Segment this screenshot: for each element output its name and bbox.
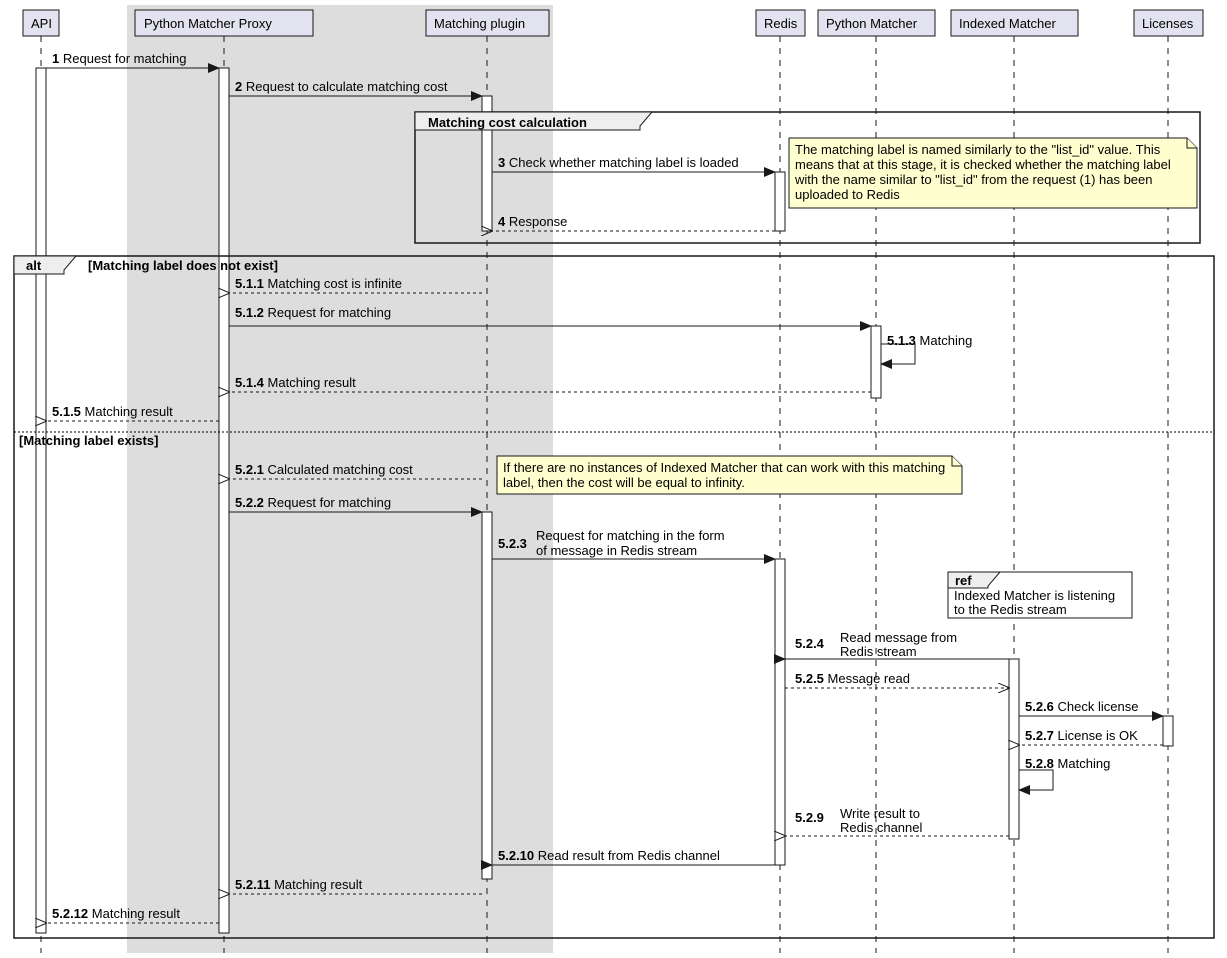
participant-python-matcher-proxy: Python Matcher Proxy: [135, 10, 313, 36]
svg-text:Write result to: Write result to: [840, 806, 920, 821]
msg-3: 3 Check whether matching label is loaded: [492, 155, 775, 172]
svg-text:Request for matching in the fo: Request for matching in the form: [536, 528, 725, 543]
participant-matching-plugin: Matching plugin: [426, 10, 549, 36]
svg-text:Indexed Matcher: Indexed Matcher: [959, 16, 1057, 31]
participant-indexed-matcher: Indexed Matcher: [951, 10, 1078, 36]
svg-text:5.1.3 Matching: 5.1.3 Matching: [887, 333, 972, 348]
svg-text:ref: ref: [955, 573, 972, 588]
svg-text:Matching plugin: Matching plugin: [434, 16, 525, 31]
svg-text:5.2.1 Calculated matching cost: 5.2.1 Calculated matching cost: [235, 462, 413, 477]
svg-text:[Matching label does not exist: [Matching label does not exist]: [88, 258, 278, 273]
msg-528: 5.2.8 Matching: [1019, 756, 1110, 790]
svg-text:5.2.3: 5.2.3: [498, 536, 527, 551]
svg-text:Python Matcher Proxy: Python Matcher Proxy: [144, 16, 272, 31]
svg-text:alt: alt: [26, 258, 42, 273]
svg-text:to the Redis stream: to the Redis stream: [954, 602, 1067, 617]
svg-text:Licenses: Licenses: [1142, 16, 1194, 31]
msg-2: 2 Request to calculate matching cost: [229, 79, 482, 96]
note-infinity: If there are no instances of Indexed Mat…: [497, 456, 962, 494]
svg-text:Python Matcher: Python Matcher: [826, 16, 918, 31]
participant-redis: Redis: [756, 10, 805, 36]
svg-text:5.1.1 Matching cost is infinit: 5.1.1 Matching cost is infinite: [235, 276, 402, 291]
svg-text:5.1.4 Matching result: 5.1.4 Matching result: [235, 375, 356, 390]
svg-text:Redis: Redis: [764, 16, 798, 31]
svg-text:5.2.7 License is OK: 5.2.7 License is OK: [1025, 728, 1138, 743]
svg-text:5.1.2 Request for matching: 5.1.2 Request for matching: [235, 305, 391, 320]
msg-526: 5.2.6 Check license: [1019, 699, 1163, 716]
svg-text:5.2.9: 5.2.9: [795, 810, 824, 825]
svg-text:3 Check whether matching label: 3 Check whether matching label is loaded: [498, 155, 739, 170]
svg-text:of message in Redis stream: of message in Redis stream: [536, 543, 697, 558]
msg-5210: 5.2.10 Read result from Redis channel: [492, 848, 775, 865]
svg-text:Read message from: Read message from: [840, 630, 957, 645]
svg-text:5.2.8 Matching: 5.2.8 Matching: [1025, 756, 1110, 771]
participant-licenses: Licenses: [1134, 10, 1203, 36]
svg-text:API: API: [31, 16, 52, 31]
svg-text:5.2.12 Matching result: 5.2.12 Matching result: [52, 906, 180, 921]
svg-text:1 Request for matching: 1 Request for matching: [52, 51, 186, 66]
svg-text:Redis channel: Redis channel: [840, 820, 922, 835]
sequence-diagram: API Python Matcher Proxy Matching plugin…: [0, 0, 1227, 958]
msg-525: 5.2.5 Message read: [785, 671, 1009, 688]
svg-text:2 Request to calculate matchin: 2 Request to calculate matching cost: [235, 79, 448, 94]
frame-ref: ref Indexed Matcher is listening to the …: [948, 572, 1132, 618]
svg-text:4 Response: 4 Response: [498, 214, 567, 229]
participant-api: API: [23, 10, 59, 36]
note-label-redis: The matching label is named similarly to…: [789, 138, 1197, 208]
svg-text:5.2.6 Check license: 5.2.6 Check license: [1025, 699, 1138, 714]
svg-text:5.2.10 Read result from Redis: 5.2.10 Read result from Redis channel: [498, 848, 720, 863]
msg-529: 5.2.9 Write result to Redis channel: [785, 806, 1009, 836]
msg-513: 5.1.3 Matching: [881, 333, 972, 364]
svg-text:[Matching label exists]: [Matching label exists]: [19, 433, 158, 448]
svg-text:5.2.4: 5.2.4: [795, 636, 825, 651]
msg-524: 5.2.4 Read message from Redis stream: [785, 630, 1009, 659]
svg-text:5.2.2 Request for matching: 5.2.2 Request for matching: [235, 495, 391, 510]
msg-4: 4 Response: [492, 214, 775, 231]
msg-527: 5.2.7 License is OK: [1019, 728, 1163, 745]
participant-python-matcher: Python Matcher: [818, 10, 935, 36]
svg-text:5.1.5 Matching result: 5.1.5 Matching result: [52, 404, 173, 419]
svg-text:5.2.11 Matching result: 5.2.11 Matching result: [235, 877, 363, 892]
svg-text:Matching cost calculation: Matching cost calculation: [428, 115, 587, 130]
svg-text:Indexed Matcher is listening: Indexed Matcher is listening: [954, 588, 1115, 603]
svg-text:Redis stream: Redis stream: [840, 644, 917, 659]
svg-text:5.2.5 Message read: 5.2.5 Message read: [795, 671, 910, 686]
